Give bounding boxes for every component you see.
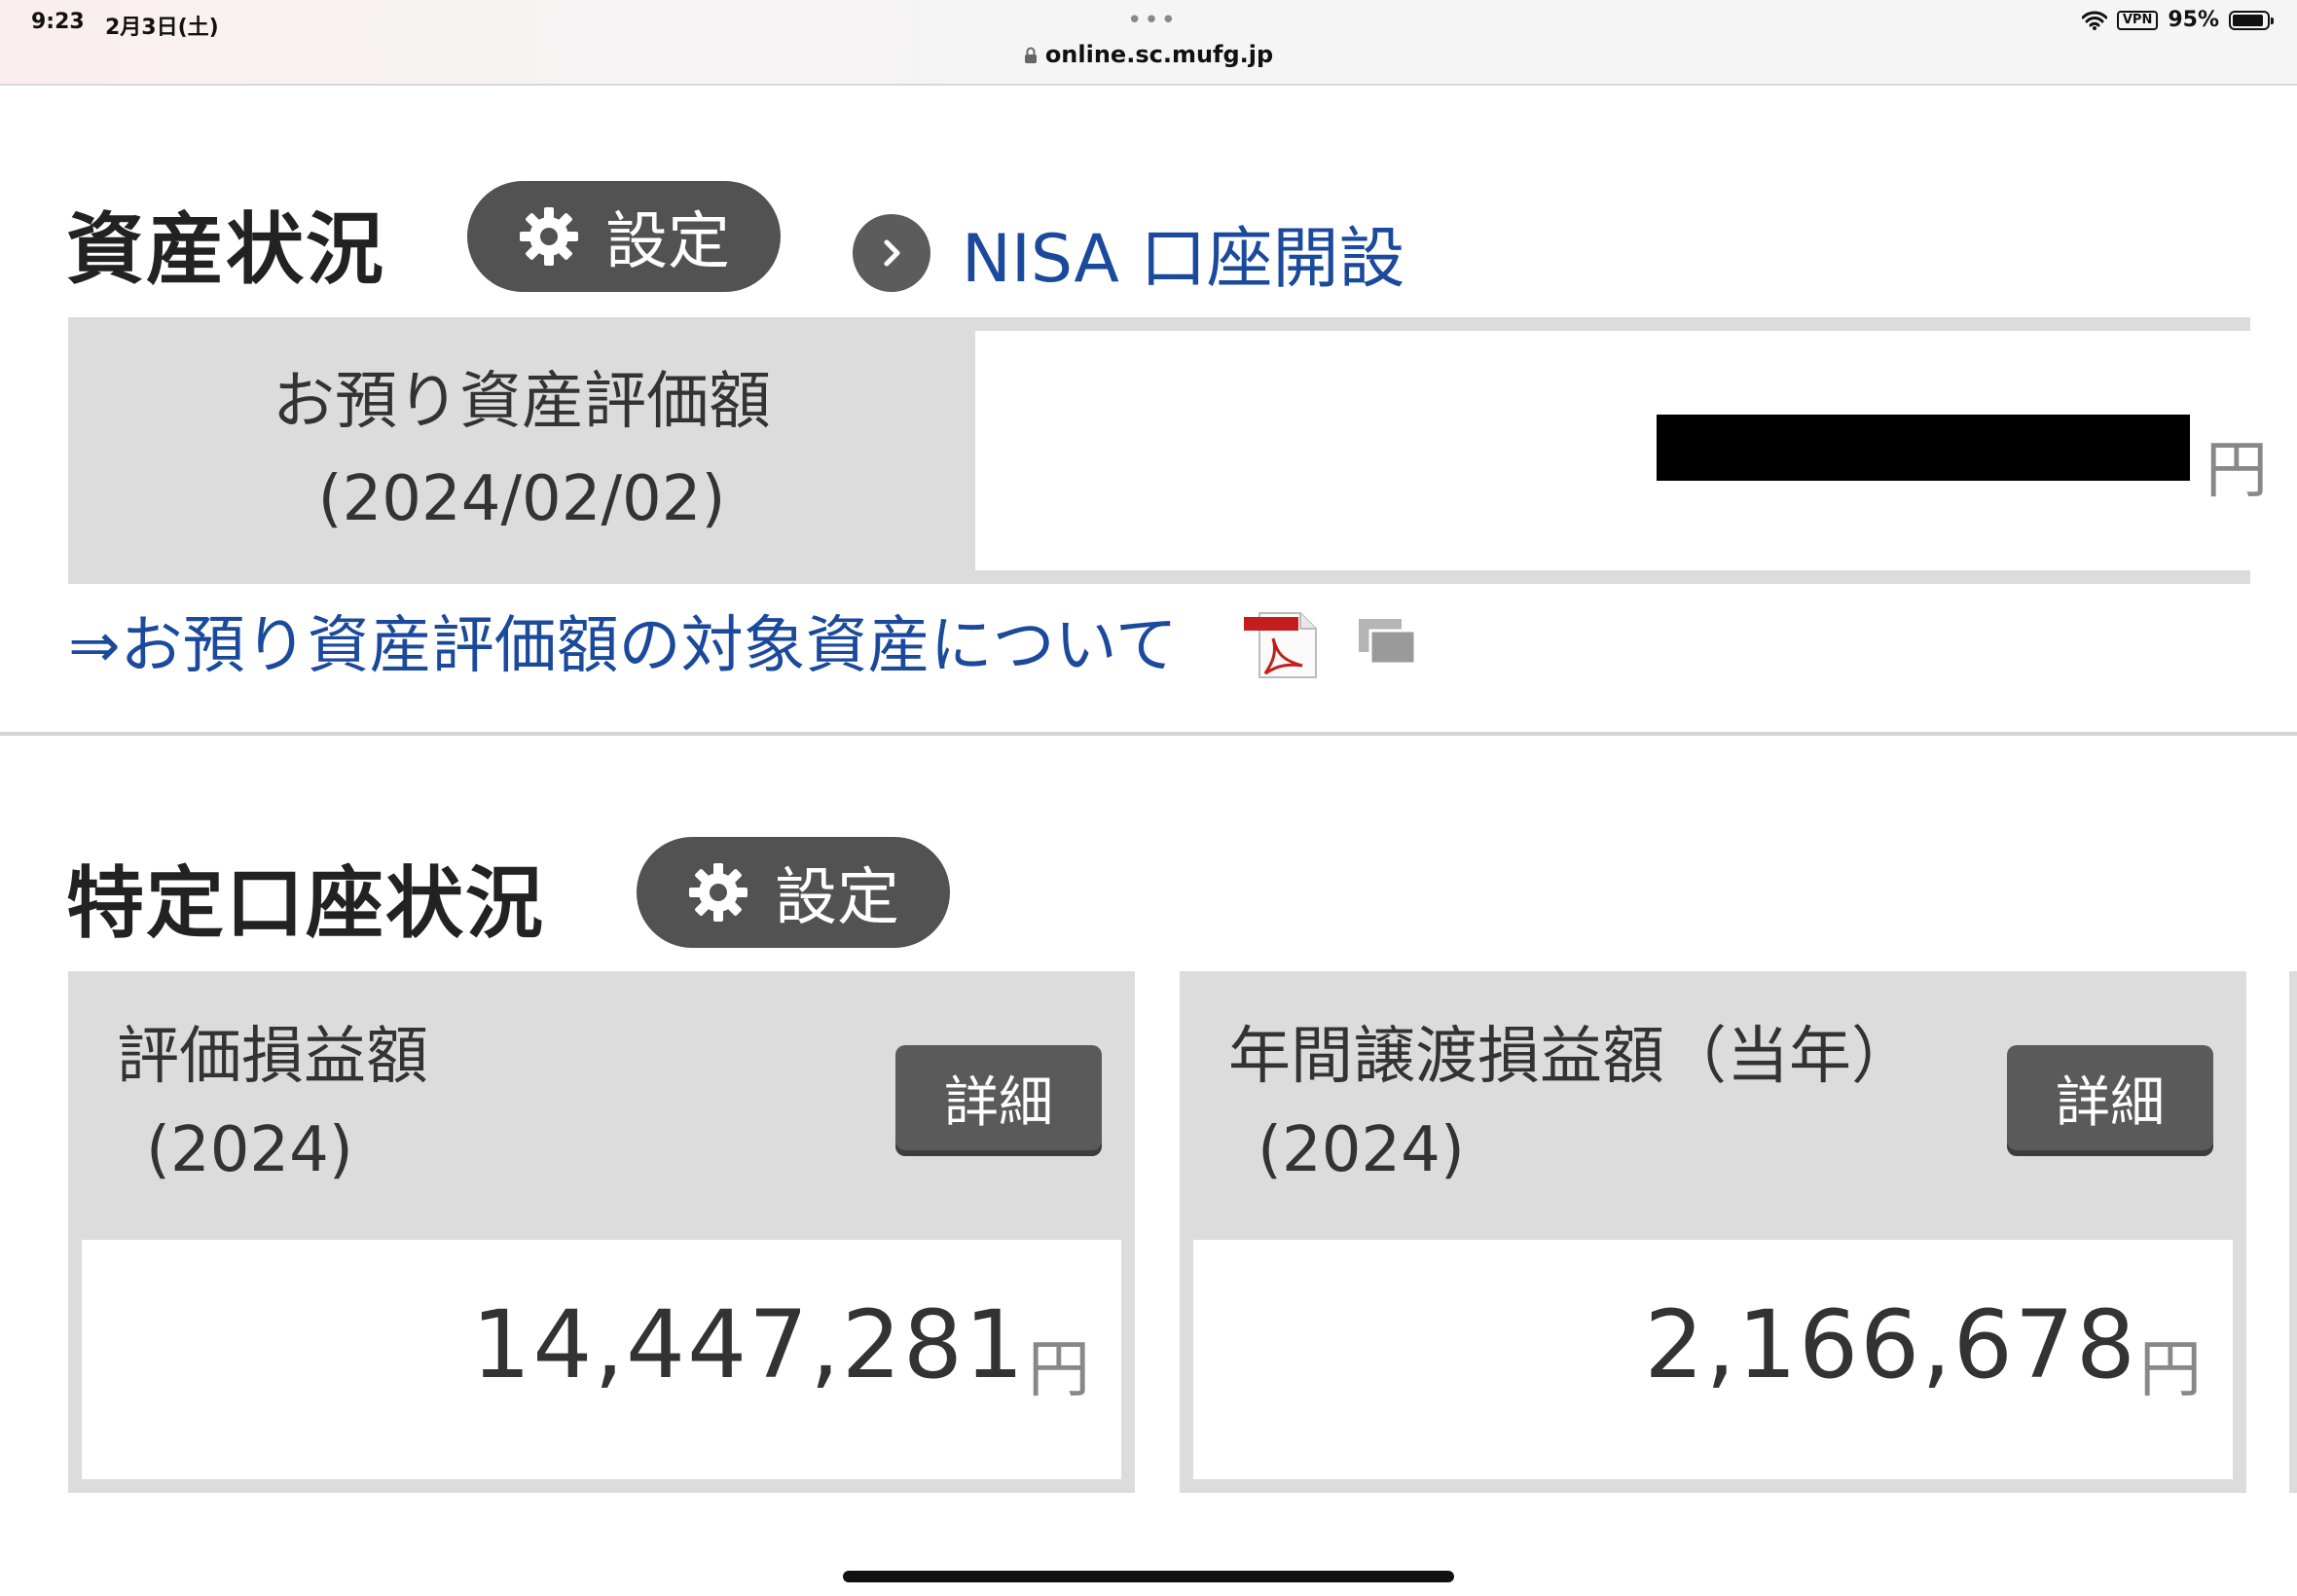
card-title-text: 年間譲渡損益額（当年） <box>1228 1021 1914 1093</box>
asset-valuation-label-line1: お預り資産評価額 <box>273 366 771 438</box>
battery-percent: 95% <box>2168 8 2219 32</box>
tokutei-settings-label: 設定 <box>775 862 899 934</box>
redacted-value <box>1657 415 2190 481</box>
asset-valuation-value-box: 円 <box>975 331 2297 570</box>
card-value-box: 2,166,678 円 <box>1193 1240 2233 1479</box>
vpn-badge: VPN <box>2116 10 2159 30</box>
lock-icon <box>1024 47 1037 63</box>
card-year: (2024) <box>146 1114 353 1186</box>
gear-icon <box>689 863 747 922</box>
card-value-box: 14,447,281 円 <box>82 1240 1121 1479</box>
detail-button[interactable]: 詳細 <box>895 1045 1102 1150</box>
status-time: 9:23 <box>31 10 85 34</box>
new-window-icon[interactable] <box>1357 617 1419 668</box>
annual-transfer-pl-card: 年間譲渡損益額（当年） (2024) 詳細 2,166,678 円 <box>1180 971 2246 1493</box>
asset-section-title: 資産状況 <box>66 204 385 295</box>
tokutei-settings-button[interactable]: 設定 <box>637 837 950 948</box>
url-text: online.sc.mufg.jp <box>1044 41 1274 68</box>
asset-settings-label: 設定 <box>605 206 730 278</box>
nisa-link-label: NISA 口座開設 <box>962 221 1405 298</box>
home-indicator[interactable] <box>843 1571 1454 1582</box>
battery-icon <box>2229 10 2274 30</box>
about-target-assets-label: ⇒お預り資産評価額の対象資産について <box>68 610 1178 682</box>
chevron-right-icon <box>853 213 930 292</box>
card-yen-unit: 円 <box>1028 1334 1090 1406</box>
status-bar: 9:23 2月3日(土) ••• online.sc.mufg.jp VPN 9… <box>0 0 2297 86</box>
tab-menu-dots-icon[interactable]: ••• <box>1127 6 1178 35</box>
card-title-text: 評価損益額 <box>117 1021 428 1093</box>
asset-settings-button[interactable]: 設定 <box>467 181 781 292</box>
tokutei-section-title: 特定口座状況 <box>66 858 545 949</box>
status-date: 2月3日(土) <box>105 16 219 40</box>
card-value: 2,166,678 <box>1644 1290 2137 1399</box>
card-title: 評価損益額 (2024) <box>117 1010 428 1197</box>
nisa-open-account-link[interactable]: NISA 口座開設 <box>853 204 1404 301</box>
next-card-edge <box>2289 971 2297 1493</box>
pdf-icon[interactable] <box>1244 609 1322 679</box>
gear-icon <box>520 207 578 266</box>
card-yen-unit: 円 <box>2139 1334 2202 1406</box>
asset-valuation-date: (2024/02/02) <box>317 463 726 535</box>
section-divider <box>0 732 2297 736</box>
asset-valuation-table: お預り資産評価額 (2024/02/02) 円 <box>68 317 2297 584</box>
asset-valuation-label: お預り資産評価額 (2024/02/02) <box>68 317 975 584</box>
address-bar[interactable]: online.sc.mufg.jp <box>0 41 2297 68</box>
detail-button[interactable]: 詳細 <box>2007 1045 2213 1150</box>
card-title: 年間譲渡損益額（当年） (2024) <box>1228 1010 1914 1197</box>
about-target-assets-link[interactable]: ⇒お預り資産評価額の対象資産について <box>68 596 1178 685</box>
card-year: (2024) <box>1258 1114 1465 1186</box>
unrealized-pl-card: 評価損益額 (2024) 詳細 14,447,281 円 <box>68 971 1135 1493</box>
asset-yen-unit: 円 <box>2206 435 2268 507</box>
card-value: 14,447,281 <box>471 1290 1026 1399</box>
status-indicators: VPN 95% <box>2081 8 2274 32</box>
wifi-icon <box>2081 11 2107 30</box>
